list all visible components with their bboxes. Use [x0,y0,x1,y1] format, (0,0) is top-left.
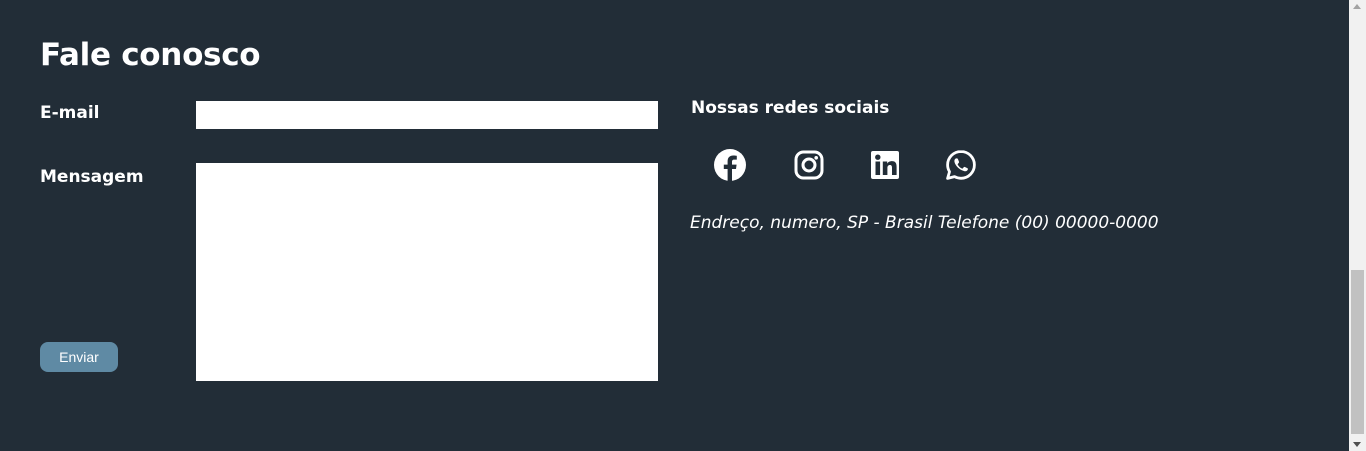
instagram-icon[interactable] [792,148,826,182]
scroll-up-arrow-icon[interactable] [1353,4,1361,9]
scroll-down-arrow-icon[interactable] [1353,442,1361,447]
email-field[interactable] [196,101,658,129]
whatsapp-icon[interactable] [944,148,978,182]
page-title: Fale conosco [40,37,261,73]
scrollbar-thumb[interactable] [1351,270,1364,434]
facebook-icon[interactable] [713,148,747,182]
social-title: Nossas redes sociais [691,98,890,118]
email-label: E-mail [40,103,100,123]
message-field[interactable] [196,163,658,381]
send-button[interactable]: Enviar [40,342,118,372]
message-label: Mensagem [40,167,144,187]
vertical-scrollbar[interactable] [1349,0,1366,451]
contact-section: Fale conosco E-mail Mensagem Enviar Noss… [0,0,1366,451]
linkedin-icon[interactable] [868,148,902,182]
contact-address: Endreço, numero, SP - Brasil Telefone (0… [690,213,1159,233]
